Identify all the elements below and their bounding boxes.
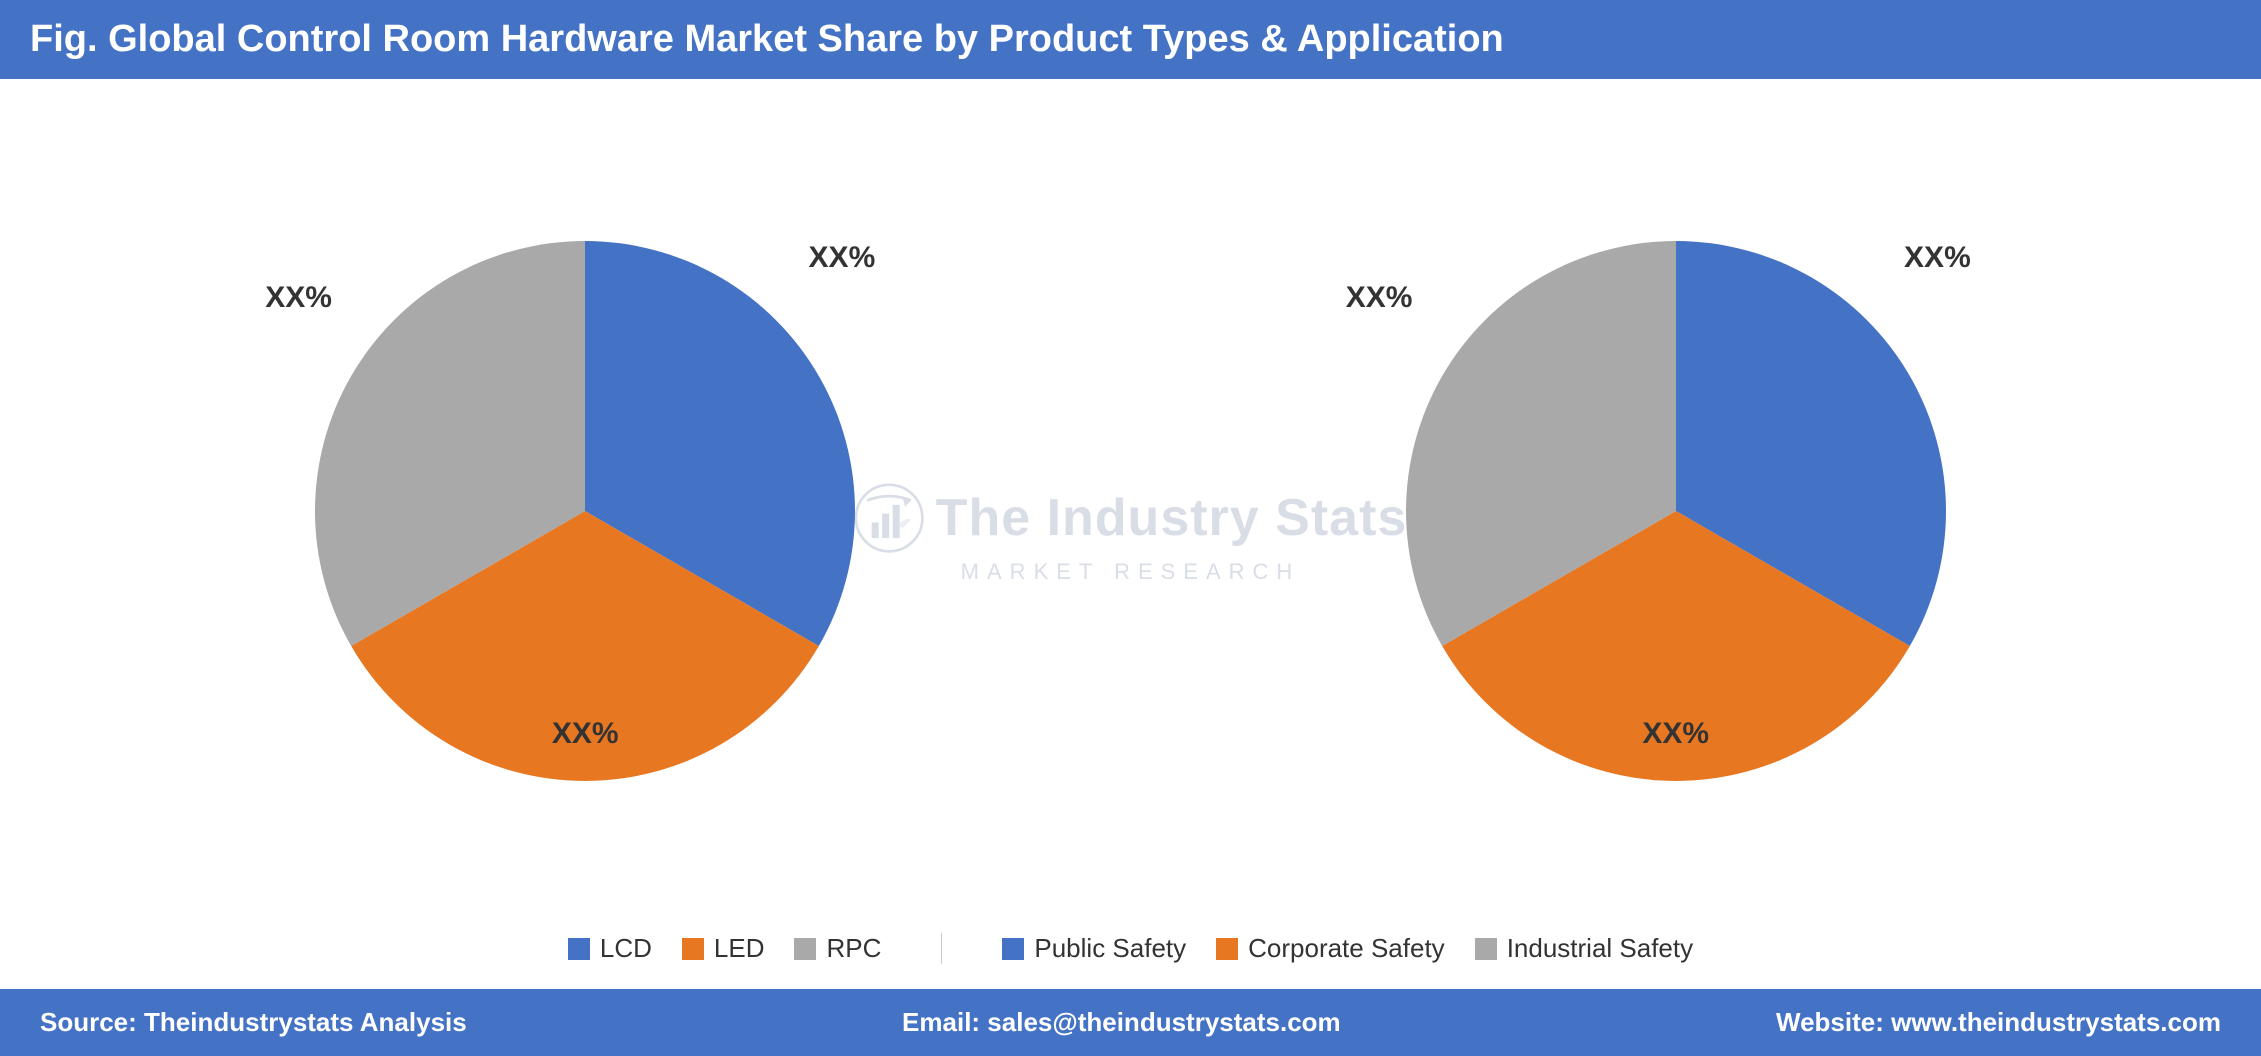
left-chart: XX% XX% XX%: [235, 161, 935, 861]
led-color: [682, 938, 704, 960]
industrial-safety-color: [1475, 938, 1497, 960]
right-chart: XX% XX% XX%: [1326, 161, 2026, 861]
legend-item-lcd: LCD: [568, 933, 652, 964]
page-title: Fig. Global Control Room Hardware Market…: [30, 18, 2231, 61]
legend-item-public-safety: Public Safety: [1002, 933, 1186, 964]
footer: Source: Theindustrystats Analysis Email:…: [0, 989, 2261, 1056]
lcd-label: LCD: [600, 933, 652, 964]
legend-item-industrial-safety: Industrial Safety: [1475, 933, 1693, 964]
main-content: The Industry Stats market research XX% X…: [0, 79, 2261, 989]
footer-email-value: sales@theindustrystats.com: [987, 1007, 1340, 1037]
right-label-top-left: XX%: [1346, 281, 1413, 315]
rpc-label: RPC: [826, 933, 881, 964]
right-label-bottom: XX%: [1642, 717, 1709, 751]
footer-website-value: www.theindustrystats.com: [1891, 1007, 2221, 1037]
public-safety-color: [1002, 938, 1024, 960]
footer-email-label: Email:: [902, 1007, 987, 1037]
footer-source: Source: Theindustrystats Analysis: [40, 1007, 467, 1038]
lcd-color: [568, 938, 590, 960]
public-safety-label: Public Safety: [1034, 933, 1186, 964]
footer-website: Website: www.theindustrystats.com: [1776, 1007, 2221, 1038]
footer-website-label: Website:: [1776, 1007, 1891, 1037]
corporate-safety-label: Corporate Safety: [1248, 933, 1445, 964]
legend-item-rpc: RPC: [794, 933, 881, 964]
footer-email: Email: sales@theindustrystats.com: [902, 1007, 1341, 1038]
left-label-top-right: XX%: [809, 241, 876, 275]
footer-source-text: Source: Theindustrystats Analysis: [40, 1007, 467, 1037]
header: Fig. Global Control Room Hardware Market…: [0, 0, 2261, 79]
legend-item-led: LED: [682, 933, 765, 964]
charts-row: XX% XX% XX% XX% XX% XX%: [40, 99, 2221, 923]
led-label: LED: [714, 933, 765, 964]
legend-right: Public Safety Corporate Safety Industria…: [941, 933, 1753, 964]
left-label-top-left: XX%: [265, 281, 332, 315]
legend-left: LCD LED RPC: [508, 933, 942, 964]
right-label-top-right: XX%: [1904, 241, 1971, 275]
rpc-color: [794, 938, 816, 960]
left-label-bottom: XX%: [552, 717, 619, 751]
corporate-safety-color: [1216, 938, 1238, 960]
industrial-safety-label: Industrial Safety: [1507, 933, 1693, 964]
legend-item-corporate-safety: Corporate Safety: [1216, 933, 1445, 964]
legend-row: LCD LED RPC Public Safety Corporate Safe…: [40, 923, 2221, 979]
